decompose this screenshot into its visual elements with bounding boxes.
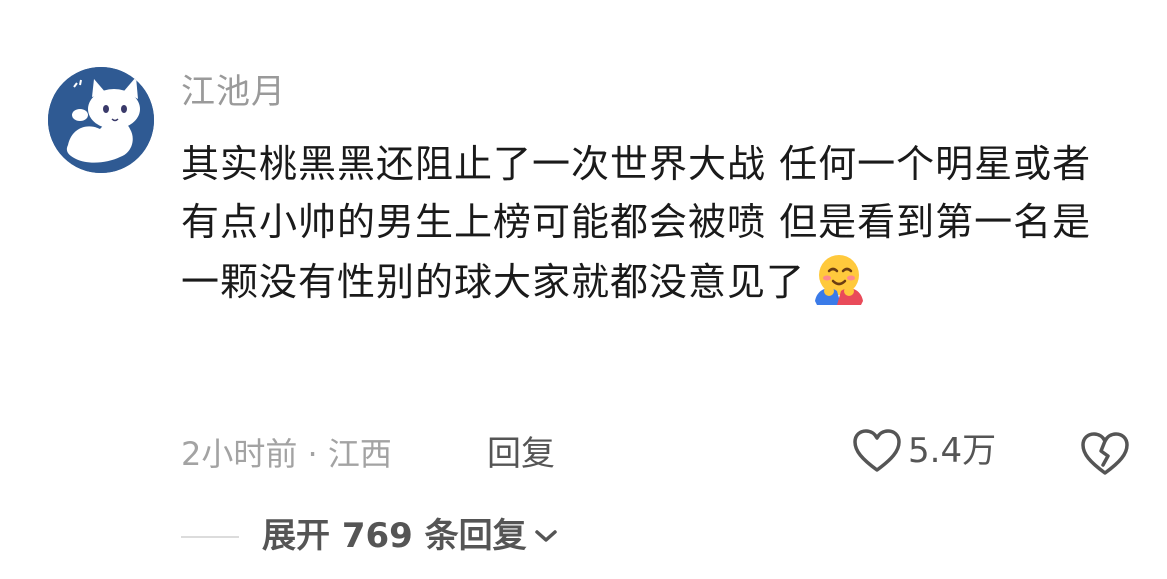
- expand-replies-button[interactable]: 展开 769 条回复: [262, 514, 559, 558]
- comment-text: 其实桃黑黑还阻止了一次世界大战 任何一个明星或者有点小帅的男生上榜可能都会被喷 …: [181, 142, 1092, 304]
- expand-replies-label: 展开 769 条回复: [262, 516, 527, 556]
- avatar[interactable]: [48, 67, 154, 173]
- reply-button[interactable]: 回复: [487, 432, 555, 476]
- comment-item: 江池月 其实桃黑黑还阻止了一次世界大战 任何一个明星或者有点小帅的男生上榜可能都…: [0, 0, 1167, 579]
- like-count: 5.4万: [908, 431, 997, 471]
- location: 江西: [327, 435, 392, 473]
- cat-avatar-icon: [48, 67, 154, 173]
- comment-meta: 2小时前 · 江西: [181, 432, 392, 476]
- hugging-face-emoji-icon: [815, 255, 864, 305]
- broken-heart-icon[interactable]: [1080, 431, 1130, 477]
- like-button[interactable]: 5.4万: [852, 428, 996, 474]
- meta-separator: ·: [297, 435, 328, 473]
- username[interactable]: 江池月: [181, 70, 286, 114]
- expand-divider: [181, 536, 239, 538]
- chevron-down-icon: [534, 530, 557, 542]
- comment-body: 其实桃黑黑还阻止了一次世界大战 任何一个明星或者有点小帅的男生上榜可能都会被喷 …: [181, 135, 1116, 311]
- timestamp: 2小时前: [181, 435, 298, 473]
- heart-outline-icon: [853, 429, 901, 472]
